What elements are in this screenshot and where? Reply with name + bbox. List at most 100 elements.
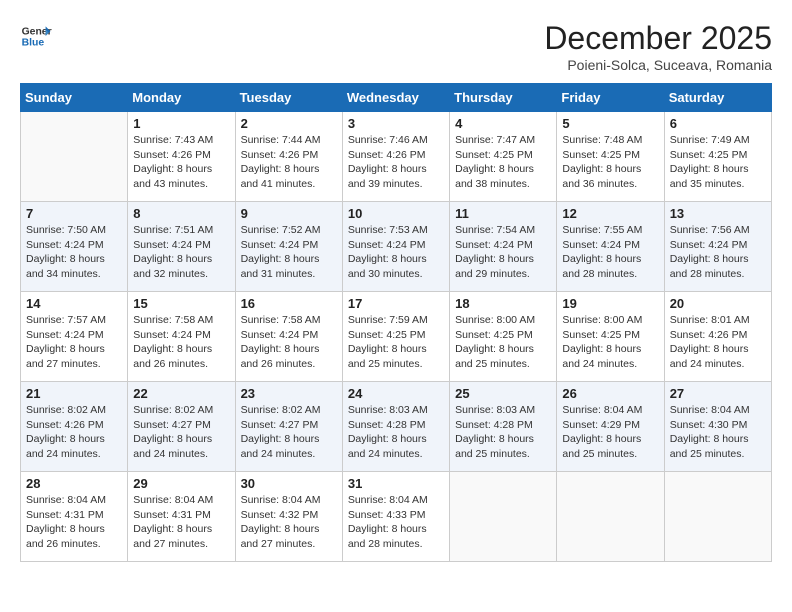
calendar-cell: 7 Sunrise: 7:50 AMSunset: 4:24 PMDaylight… bbox=[21, 202, 128, 292]
calendar-cell: 23Sunrise: 8:02 AMSunset: 4:27 PMDayligh… bbox=[235, 382, 342, 472]
cell-info: Sunrise: 8:04 AMSunset: 4:31 PMDaylight:… bbox=[133, 493, 229, 552]
day-number: 27 bbox=[670, 386, 766, 401]
day-number: 8 bbox=[133, 206, 229, 221]
calendar-week-row: 21 Sunrise: 8:02 AMSunset: 4:26 PMDayligh… bbox=[21, 382, 772, 472]
calendar-cell: 9Sunrise: 7:52 AMSunset: 4:24 PMDaylight… bbox=[235, 202, 342, 292]
calendar-cell: 22 Sunrise: 8:02 AMSunset: 4:27 PMDayligh… bbox=[128, 382, 235, 472]
calendar-cell: 18 Sunrise: 8:00 AMSunset: 4:25 PMDayligh… bbox=[450, 292, 557, 382]
cell-info: Sunrise: 8:04 AMSunset: 4:29 PMDaylight:… bbox=[562, 403, 658, 462]
calendar-cell: 21 Sunrise: 8:02 AMSunset: 4:26 PMDayligh… bbox=[21, 382, 128, 472]
calendar-cell: 28 Sunrise: 8:04 AMSunset: 4:31 PMDayligh… bbox=[21, 472, 128, 562]
cell-info: Sunrise: 7:46 AMSunset: 4:26 PMDaylight:… bbox=[348, 133, 444, 192]
calendar-cell: 31 Sunrise: 8:04 AMSunset: 4:33 PMDayligh… bbox=[342, 472, 449, 562]
calendar-cell: 27 Sunrise: 8:04 AMSunset: 4:30 PMDayligh… bbox=[664, 382, 771, 472]
location-subtitle: Poieni-Solca, Suceava, Romania bbox=[544, 57, 772, 73]
day-number: 17 bbox=[348, 296, 444, 311]
day-number: 16 bbox=[241, 296, 337, 311]
cell-info: Sunrise: 7:55 AMSunset: 4:24 PMDaylight:… bbox=[562, 223, 658, 282]
cell-info: Sunrise: 7:43 AMSunset: 4:26 PMDaylight:… bbox=[133, 133, 229, 192]
calendar-cell: 2Sunrise: 7:44 AMSunset: 4:26 PMDaylight… bbox=[235, 112, 342, 202]
cell-info: Sunrise: 8:03 AMSunset: 4:28 PMDaylight:… bbox=[455, 403, 551, 462]
cell-info: Sunrise: 7:54 AMSunset: 4:24 PMDaylight:… bbox=[455, 223, 551, 282]
day-number: 18 bbox=[455, 296, 551, 311]
cell-info: Sunrise: 8:04 AMSunset: 4:32 PMDaylight:… bbox=[241, 493, 337, 552]
calendar-cell: 6 Sunrise: 7:49 AMSunset: 4:25 PMDaylight… bbox=[664, 112, 771, 202]
cell-info: Sunrise: 8:04 AMSunset: 4:31 PMDaylight:… bbox=[26, 493, 122, 552]
calendar-cell: 25 Sunrise: 8:03 AMSunset: 4:28 PMDayligh… bbox=[450, 382, 557, 472]
calendar-week-row: 28 Sunrise: 8:04 AMSunset: 4:31 PMDayligh… bbox=[21, 472, 772, 562]
day-number: 25 bbox=[455, 386, 551, 401]
calendar-cell: 15Sunrise: 7:58 AMSunset: 4:24 PMDayligh… bbox=[128, 292, 235, 382]
day-number: 6 bbox=[670, 116, 766, 131]
day-number: 12 bbox=[562, 206, 658, 221]
calendar-cell: 29 Sunrise: 8:04 AMSunset: 4:31 PMDayligh… bbox=[128, 472, 235, 562]
calendar-cell bbox=[450, 472, 557, 562]
cell-info: Sunrise: 7:58 AMSunset: 4:24 PMDaylight:… bbox=[133, 313, 229, 372]
day-number: 28 bbox=[26, 476, 122, 491]
calendar-cell: 24 Sunrise: 8:03 AMSunset: 4:28 PMDayligh… bbox=[342, 382, 449, 472]
logo-icon: General Blue bbox=[20, 20, 52, 52]
weekday-header-saturday: Saturday bbox=[664, 84, 771, 112]
day-number: 4 bbox=[455, 116, 551, 131]
day-number: 31 bbox=[348, 476, 444, 491]
cell-info: Sunrise: 8:02 AMSunset: 4:27 PMDaylight:… bbox=[133, 403, 229, 462]
weekday-header-friday: Friday bbox=[557, 84, 664, 112]
day-number: 19 bbox=[562, 296, 658, 311]
calendar-cell: 14Sunrise: 7:57 AMSunset: 4:24 PMDayligh… bbox=[21, 292, 128, 382]
logo: General Blue bbox=[20, 20, 52, 52]
calendar-cell: 30Sunrise: 8:04 AMSunset: 4:32 PMDayligh… bbox=[235, 472, 342, 562]
day-number: 1 bbox=[133, 116, 229, 131]
cell-info: Sunrise: 7:48 AMSunset: 4:25 PMDaylight:… bbox=[562, 133, 658, 192]
cell-info: Sunrise: 7:56 AMSunset: 4:24 PMDaylight:… bbox=[670, 223, 766, 282]
calendar-cell: 11Sunrise: 7:54 AMSunset: 4:24 PMDayligh… bbox=[450, 202, 557, 292]
cell-info: Sunrise: 8:01 AMSunset: 4:26 PMDaylight:… bbox=[670, 313, 766, 372]
calendar-cell bbox=[21, 112, 128, 202]
calendar-cell: 26 Sunrise: 8:04 AMSunset: 4:29 PMDayligh… bbox=[557, 382, 664, 472]
calendar-cell bbox=[664, 472, 771, 562]
weekday-header-monday: Monday bbox=[128, 84, 235, 112]
calendar-cell: 10 Sunrise: 7:53 AMSunset: 4:24 PMDayligh… bbox=[342, 202, 449, 292]
calendar-week-row: 7 Sunrise: 7:50 AMSunset: 4:24 PMDaylight… bbox=[21, 202, 772, 292]
day-number: 29 bbox=[133, 476, 229, 491]
title-block: December 2025 Poieni-Solca, Suceava, Rom… bbox=[544, 20, 772, 73]
calendar-cell: 1 Sunrise: 7:43 AMSunset: 4:26 PMDaylight… bbox=[128, 112, 235, 202]
day-number: 13 bbox=[670, 206, 766, 221]
cell-info: Sunrise: 8:00 AMSunset: 4:25 PMDaylight:… bbox=[562, 313, 658, 372]
svg-text:Blue: Blue bbox=[22, 38, 45, 49]
calendar-table: SundayMondayTuesdayWednesdayThursdayFrid… bbox=[20, 83, 772, 562]
weekday-header-row: SundayMondayTuesdayWednesdayThursdayFrid… bbox=[21, 84, 772, 112]
cell-info: Sunrise: 8:00 AMSunset: 4:25 PMDaylight:… bbox=[455, 313, 551, 372]
cell-info: Sunrise: 7:57 AMSunset: 4:24 PMDaylight:… bbox=[26, 313, 122, 372]
day-number: 21 bbox=[26, 386, 122, 401]
calendar-cell: 4 Sunrise: 7:47 AMSunset: 4:25 PMDaylight… bbox=[450, 112, 557, 202]
calendar-cell: 16 Sunrise: 7:58 AMSunset: 4:24 PMDayligh… bbox=[235, 292, 342, 382]
cell-info: Sunrise: 7:49 AMSunset: 4:25 PMDaylight:… bbox=[670, 133, 766, 192]
day-number: 10 bbox=[348, 206, 444, 221]
weekday-header-tuesday: Tuesday bbox=[235, 84, 342, 112]
day-number: 22 bbox=[133, 386, 229, 401]
cell-info: Sunrise: 7:53 AMSunset: 4:24 PMDaylight:… bbox=[348, 223, 444, 282]
calendar-cell: 20 Sunrise: 8:01 AMSunset: 4:26 PMDayligh… bbox=[664, 292, 771, 382]
day-number: 24 bbox=[348, 386, 444, 401]
cell-info: Sunrise: 8:04 AMSunset: 4:33 PMDaylight:… bbox=[348, 493, 444, 552]
cell-info: Sunrise: 7:44 AMSunset: 4:26 PMDaylight:… bbox=[241, 133, 337, 192]
calendar-cell: 12 Sunrise: 7:55 AMSunset: 4:24 PMDayligh… bbox=[557, 202, 664, 292]
cell-info: Sunrise: 8:02 AMSunset: 4:26 PMDaylight:… bbox=[26, 403, 122, 462]
calendar-cell: 19 Sunrise: 8:00 AMSunset: 4:25 PMDayligh… bbox=[557, 292, 664, 382]
cell-info: Sunrise: 7:47 AMSunset: 4:25 PMDaylight:… bbox=[455, 133, 551, 192]
day-number: 9 bbox=[241, 206, 337, 221]
cell-info: Sunrise: 7:50 AMSunset: 4:24 PMDaylight:… bbox=[26, 223, 122, 282]
calendar-cell: 5 Sunrise: 7:48 AMSunset: 4:25 PMDaylight… bbox=[557, 112, 664, 202]
cell-info: Sunrise: 8:03 AMSunset: 4:28 PMDaylight:… bbox=[348, 403, 444, 462]
cell-info: Sunrise: 8:04 AMSunset: 4:30 PMDaylight:… bbox=[670, 403, 766, 462]
cell-info: Sunrise: 7:59 AMSunset: 4:25 PMDaylight:… bbox=[348, 313, 444, 372]
day-number: 5 bbox=[562, 116, 658, 131]
day-number: 3 bbox=[348, 116, 444, 131]
day-number: 26 bbox=[562, 386, 658, 401]
page-header: General Blue December 2025 Poieni-Solca,… bbox=[20, 20, 772, 73]
cell-info: Sunrise: 7:51 AMSunset: 4:24 PMDaylight:… bbox=[133, 223, 229, 282]
calendar-cell: 13 Sunrise: 7:56 AMSunset: 4:24 PMDayligh… bbox=[664, 202, 771, 292]
cell-info: Sunrise: 7:58 AMSunset: 4:24 PMDaylight:… bbox=[241, 313, 337, 372]
day-number: 20 bbox=[670, 296, 766, 311]
day-number: 7 bbox=[26, 206, 122, 221]
